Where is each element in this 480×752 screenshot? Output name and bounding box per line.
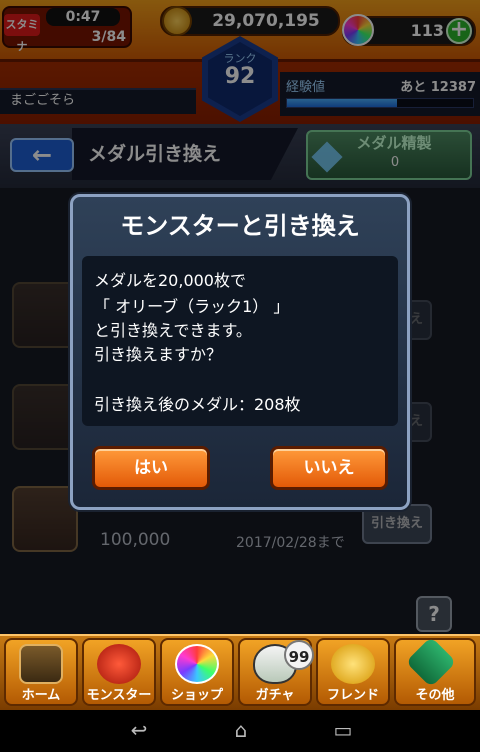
no-button[interactable]: いいえ	[270, 446, 388, 490]
friend-icon	[331, 644, 375, 684]
system-recent-apps-icon[interactable]: ▭	[328, 718, 358, 742]
nav-label: フレンド	[326, 688, 379, 703]
dialog-message-line: 引き換えますか？	[94, 345, 223, 364]
system-home-icon[interactable]: ⌂	[226, 718, 256, 742]
nav-label: ガチャ	[255, 688, 295, 703]
nav-label: モンスター	[86, 688, 152, 703]
dialog-message-line: と引き換えできます。	[94, 321, 252, 340]
dialog-message-line: 引き換え後のメダル：208枚	[94, 395, 301, 414]
gacha-count-badge: 99	[284, 640, 314, 670]
yes-button[interactable]: はい	[92, 446, 210, 490]
dialog-message-line: メダルを20,000枚で	[94, 271, 246, 290]
shop-orb-icon	[175, 644, 219, 684]
home-gate-icon	[19, 644, 63, 684]
system-back-icon[interactable]: ↩	[124, 718, 154, 742]
nav-label: ホーム	[21, 688, 61, 703]
dialog-title: モンスターと引き換え	[120, 212, 360, 240]
monster-icon	[97, 644, 141, 684]
nav-label: ショップ	[170, 688, 223, 703]
nav-label: その他	[415, 688, 455, 703]
dialog-message-line: 「 オリーブ（ラック1） 」	[94, 297, 290, 316]
